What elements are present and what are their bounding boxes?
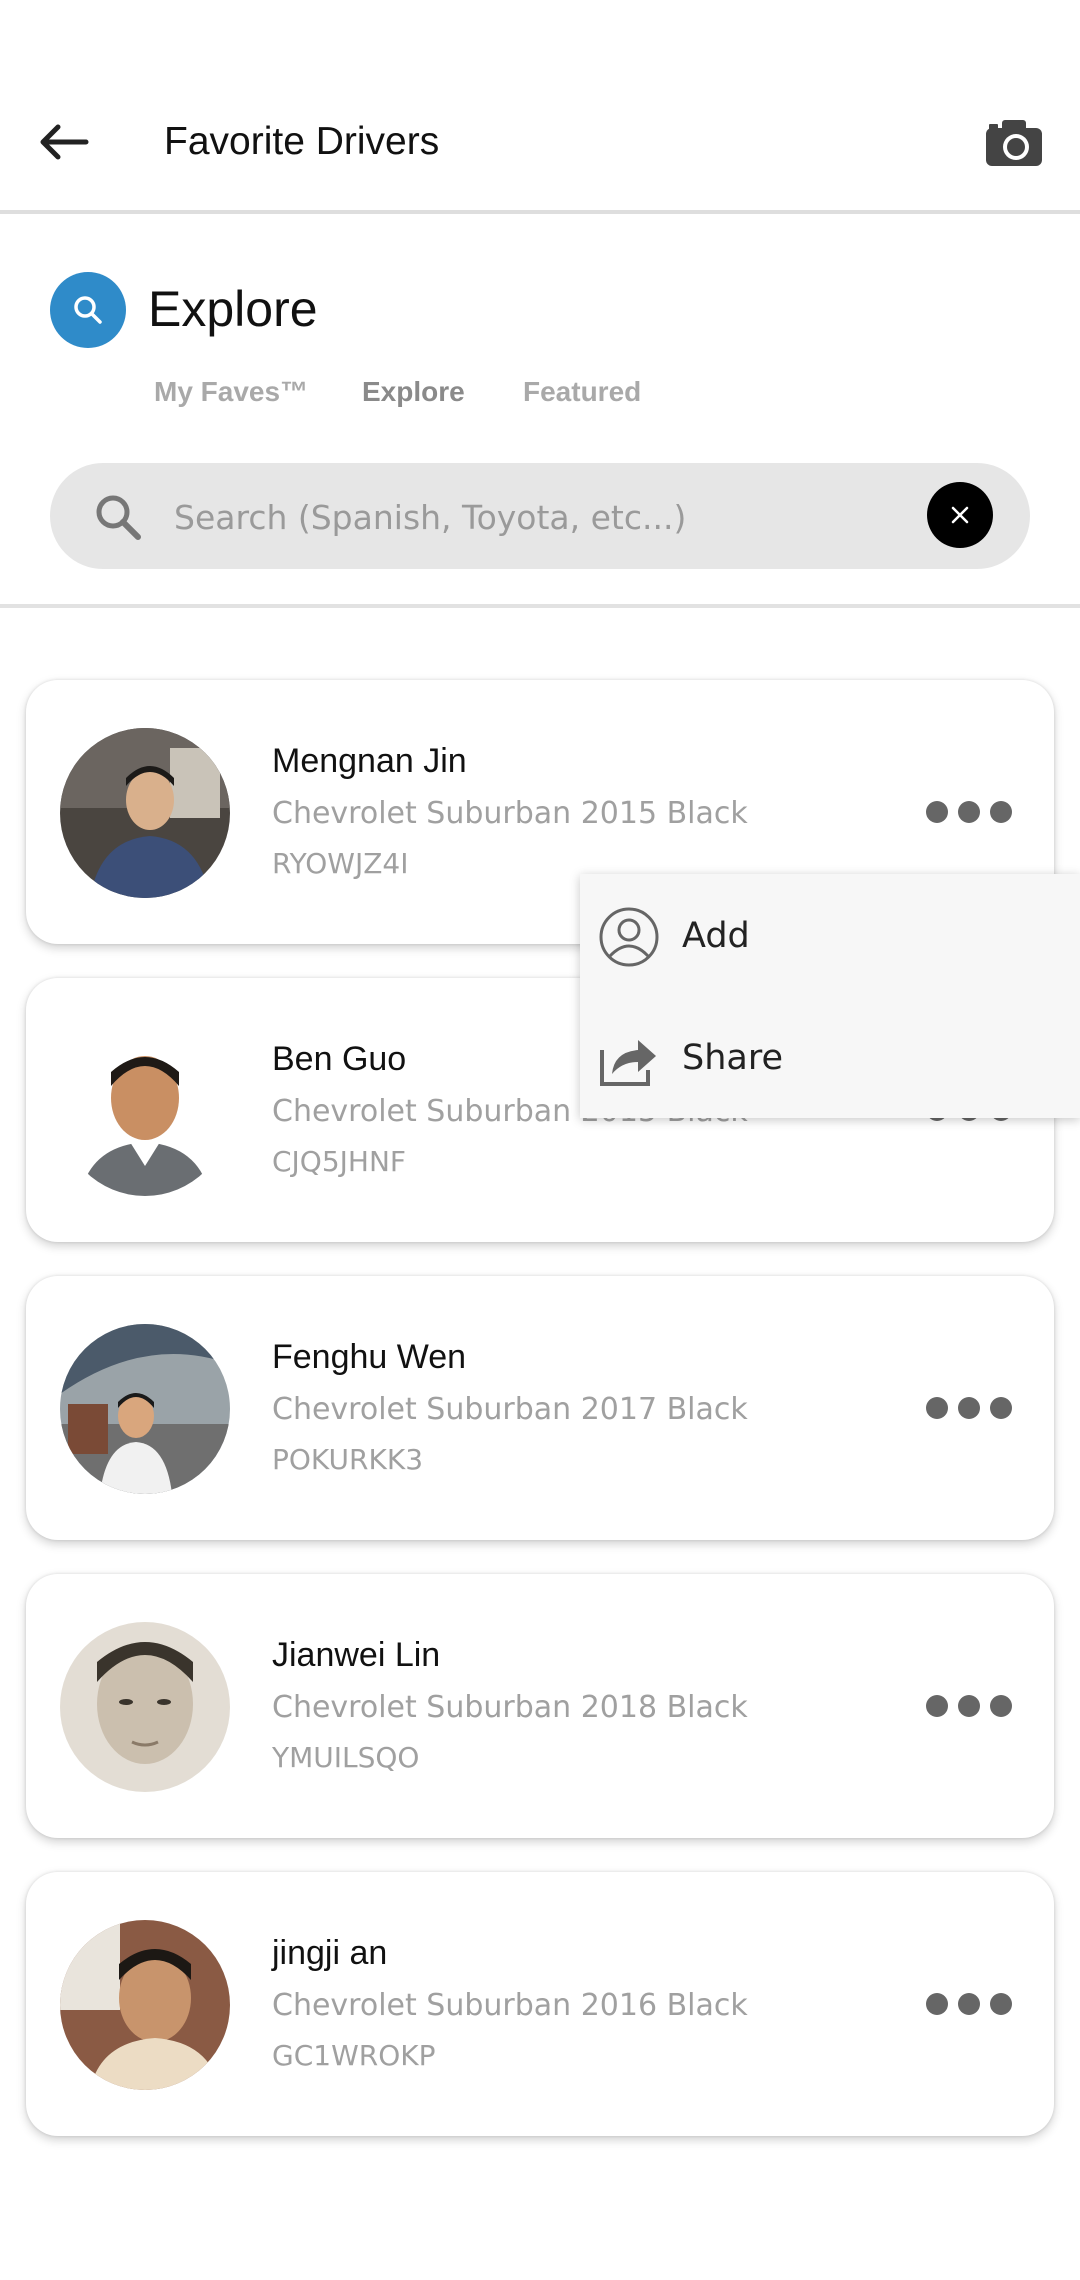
explore-search-badge: [50, 272, 126, 348]
driver-vehicle: Chevrolet Suburban 2015 Black: [272, 796, 748, 831]
search-icon: [74, 296, 102, 324]
driver-vehicle: Chevrolet Suburban 2017 Black: [272, 1392, 748, 1427]
section-title: Explore: [148, 281, 318, 337]
page-title: Favorite Drivers: [164, 120, 440, 163]
driver-code: CJQ5JHNF: [272, 1145, 407, 1178]
tab-explore[interactable]: Explore: [362, 376, 465, 408]
more-dot-icon: [990, 1695, 1012, 1717]
driver-code: YMUILSQO: [272, 1741, 420, 1774]
search-icon: [96, 495, 141, 540]
more-dot-icon: [958, 801, 980, 823]
driver-name: Jianwei Lin: [272, 1636, 441, 1674]
avatar: [60, 1026, 230, 1196]
more-dot-icon: [958, 1397, 980, 1419]
driver-card[interactable]: Jianwei Lin Chevrolet Suburban 2018 Blac…: [26, 1574, 1054, 1838]
driver-vehicle: Chevrolet Suburban 2016 Black: [272, 1988, 748, 2023]
camera-button[interactable]: [984, 118, 1044, 168]
menu-item-label: Add: [682, 916, 750, 956]
driver-name: Mengnan Jin: [272, 742, 467, 780]
more-dot-icon: [926, 801, 948, 823]
search-input[interactable]: [172, 483, 946, 551]
avatar: [60, 1324, 230, 1494]
divider: [0, 604, 1080, 608]
tab-my-faves[interactable]: My Faves™: [154, 376, 308, 408]
camera-icon: [986, 120, 1042, 166]
more-dot-icon: [926, 1695, 948, 1717]
back-button[interactable]: [34, 112, 94, 172]
driver-vehicle: Chevrolet Suburban 2018 Black: [272, 1690, 748, 1725]
close-icon: [951, 506, 969, 524]
more-dot-icon: [990, 1397, 1012, 1419]
more-options-button[interactable]: [926, 1982, 1012, 2026]
driver-name: Ben Guo: [272, 1040, 407, 1078]
more-options-button[interactable]: [926, 790, 1012, 834]
more-options-button[interactable]: [926, 1684, 1012, 1728]
context-menu: Add Share: [580, 874, 1080, 1118]
avatar: [60, 1920, 230, 2090]
more-dot-icon: [958, 1695, 980, 1717]
clear-search-button[interactable]: [927, 482, 993, 548]
driver-code: POKURKK3: [272, 1443, 424, 1476]
avatar: [60, 728, 230, 898]
driver-name: jingji an: [272, 1934, 388, 1972]
avatar: [60, 1622, 230, 1792]
driver-code: RYOWJZ4I: [272, 847, 409, 880]
driver-code: GC1WROKP: [272, 2039, 436, 2072]
menu-item-share[interactable]: Share: [580, 1002, 1080, 1112]
driver-name: Fenghu Wen: [272, 1338, 467, 1376]
menu-item-add[interactable]: Add: [580, 880, 1080, 990]
user-circle-icon: [599, 907, 659, 967]
menu-item-label: Share: [682, 1038, 784, 1078]
more-options-button[interactable]: [926, 1386, 1012, 1430]
app-bar: Favorite Drivers: [0, 0, 1080, 214]
driver-card[interactable]: jingji an Chevrolet Suburban 2016 Black …: [26, 1872, 1054, 2136]
more-dot-icon: [926, 1397, 948, 1419]
arrow-left-icon: [40, 124, 89, 160]
search-bar: [50, 463, 1030, 569]
more-dot-icon: [990, 801, 1012, 823]
more-dot-icon: [926, 1993, 948, 2015]
share-icon: [600, 1040, 656, 1086]
more-dot-icon: [990, 1993, 1012, 2015]
more-dot-icon: [958, 1993, 980, 2015]
driver-card[interactable]: Fenghu Wen Chevrolet Suburban 2017 Black…: [26, 1276, 1054, 1540]
tab-featured[interactable]: Featured: [523, 376, 641, 408]
